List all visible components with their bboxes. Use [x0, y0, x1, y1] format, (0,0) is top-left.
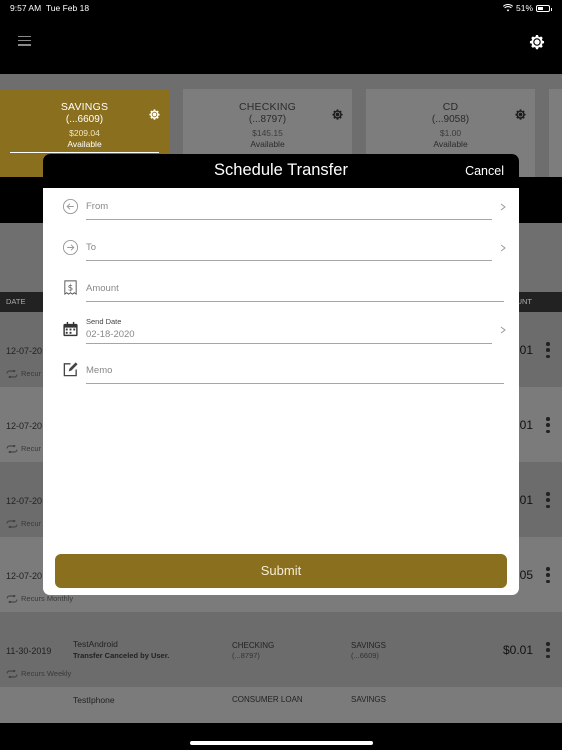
cancel-button[interactable]: Cancel — [465, 164, 504, 178]
row-to-number: (...6609) — [351, 651, 379, 660]
memo-field[interactable]: Memo — [43, 359, 519, 400]
row-recurrence: Recur — [6, 369, 41, 378]
account-name: SAVINGS — [60, 101, 109, 113]
memo-label: Memo — [86, 365, 113, 376]
selected-underline — [10, 152, 159, 153]
table-row[interactable]: 11-30-2019 TestAndroid Transfer Canceled… — [0, 612, 562, 687]
home-indicator[interactable] — [190, 741, 373, 745]
arrow-left-circle-icon — [62, 198, 79, 215]
account-number: (...6609) — [65, 114, 104, 125]
submit-button[interactable]: Submit — [55, 554, 507, 588]
more-vertical-icon[interactable] — [546, 492, 550, 508]
more-vertical-icon[interactable] — [546, 417, 550, 433]
modal-header: Schedule Transfer Cancel — [43, 154, 519, 188]
account-number: (...9058) — [431, 114, 470, 125]
row-recurrence: Recurs Monthly — [6, 594, 73, 603]
battery-percent: 51% — [515, 3, 533, 13]
send-date-underline — [86, 343, 492, 344]
more-vertical-icon[interactable] — [546, 567, 550, 583]
send-date-value: 02-18-2020 — [86, 329, 135, 340]
account-number: (...8797) — [248, 114, 287, 125]
calendar-icon — [63, 321, 78, 337]
amount-label: Amount — [86, 283, 119, 294]
edit-note-icon — [63, 362, 78, 377]
account-available-label: Available — [433, 139, 468, 149]
battery-icon — [536, 4, 552, 12]
hamburger-icon[interactable] — [18, 36, 31, 46]
gear-icon[interactable] — [528, 33, 546, 51]
row-recurrence: Recur — [6, 519, 41, 528]
row-amount: 05 — [519, 568, 533, 582]
modal-title: Schedule Transfer — [214, 161, 348, 179]
chevron-right-icon — [500, 244, 506, 252]
chevron-right-icon — [500, 203, 506, 211]
from-label: From — [86, 201, 109, 212]
from-field[interactable]: From — [43, 194, 519, 235]
account-balance: $1.00 — [439, 128, 462, 138]
account-card-partial[interactable] — [549, 89, 562, 177]
row-date: 12-07-20 — [6, 421, 43, 431]
gear-icon[interactable] — [148, 108, 161, 121]
row-amount: 01 — [519, 418, 533, 432]
more-vertical-icon[interactable] — [546, 342, 550, 358]
row-to-account: SAVINGS — [351, 641, 386, 650]
gear-icon[interactable] — [514, 108, 527, 121]
to-underline — [86, 260, 492, 261]
send-date-field[interactable]: Send Date 02-18-2020 — [43, 315, 519, 356]
row-from-account: CHECKING — [232, 641, 275, 650]
account-available-label: Available — [67, 139, 102, 149]
row-recurrence: Recur — [6, 444, 41, 453]
status-right: 51% — [502, 3, 552, 13]
repeat-icon — [6, 519, 18, 528]
to-field[interactable]: To — [43, 235, 519, 276]
svg-text:$: $ — [68, 283, 73, 293]
row-amount: $0.01 — [502, 643, 533, 657]
column-date: DATE — [6, 297, 26, 306]
row-description: TestAndroid — [73, 639, 118, 649]
amount-underline — [86, 301, 504, 302]
row-recurrence: Recurs Weekly — [6, 669, 71, 678]
row-status: Transfer Canceled by User. — [73, 651, 170, 660]
more-vertical-icon[interactable] — [546, 642, 550, 658]
repeat-icon — [6, 594, 18, 603]
top-nav-bar — [0, 16, 562, 74]
chevron-right-icon — [500, 326, 506, 334]
arrow-right-circle-icon — [62, 239, 79, 256]
row-date: 12-07-20 — [6, 346, 43, 356]
row-date: 11-30-2019 — [6, 646, 52, 656]
row-from-account: CONSUMER LOAN — [232, 695, 303, 704]
schedule-transfer-modal: Schedule Transfer Cancel From To $ Amoun… — [43, 154, 519, 595]
account-balance: $209.04 — [69, 128, 100, 138]
row-from-number: (...8797) — [232, 651, 260, 660]
account-balance: $145.15 — [252, 128, 283, 138]
row-to-account: SAVINGS — [351, 695, 386, 704]
account-name: CHECKING — [238, 101, 297, 113]
status-bar: 9:57 AM Tue Feb 18 51% — [0, 0, 562, 16]
receipt-dollar-icon: $ — [64, 280, 77, 296]
amount-field[interactable]: $ Amount — [43, 276, 519, 317]
repeat-icon — [6, 369, 18, 378]
home-bar-area — [0, 723, 562, 750]
row-date: 12-07-20 — [6, 571, 43, 581]
row-description: TestIphone — [73, 695, 115, 705]
row-date: 12-07-20 — [6, 496, 43, 506]
repeat-icon — [6, 444, 18, 453]
status-time: 9:57 AM Tue Feb 18 — [10, 3, 90, 13]
to-label: To — [86, 242, 97, 253]
gear-icon[interactable] — [331, 108, 344, 121]
account-name: CD — [442, 101, 459, 113]
memo-underline — [86, 383, 504, 384]
from-underline — [86, 219, 492, 220]
account-available-label: Available — [250, 139, 285, 149]
wifi-icon — [502, 4, 513, 12]
repeat-icon — [6, 669, 18, 678]
send-date-label: Send Date — [86, 317, 122, 326]
